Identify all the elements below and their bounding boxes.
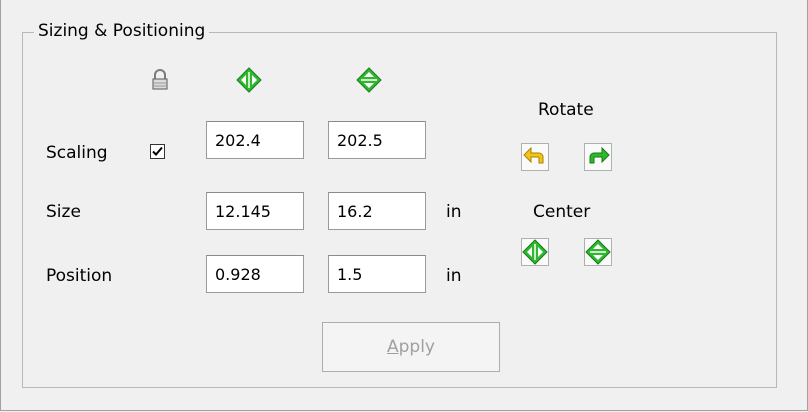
lock-aspect-checkbox[interactable]	[150, 144, 165, 159]
size-x-input[interactable]	[206, 192, 304, 230]
center-label: Center	[533, 202, 591, 222]
rotate-label: Rotate	[538, 100, 594, 120]
scaling-y-input[interactable]	[328, 121, 426, 159]
position-y-input[interactable]	[328, 255, 426, 293]
size-label: Size	[46, 202, 81, 222]
group-title: Sizing & Positioning	[34, 20, 210, 42]
position-label: Position	[46, 266, 113, 286]
flip-vertical-icon[interactable]	[356, 67, 382, 93]
center-horizontal-icon[interactable]	[521, 238, 549, 266]
scaling-x-input[interactable]	[206, 121, 304, 159]
rotate-right-icon[interactable]	[584, 143, 612, 171]
center-vertical-icon[interactable]	[584, 238, 612, 266]
apply-button[interactable]: Apply	[322, 322, 500, 372]
size-y-input[interactable]	[328, 192, 426, 230]
apply-mnemonic: A	[386, 337, 399, 357]
rotate-left-icon[interactable]	[521, 143, 549, 171]
lock-icon	[151, 69, 169, 91]
position-x-input[interactable]	[206, 255, 304, 293]
apply-label-rest: pply	[398, 337, 435, 357]
size-unit: in	[446, 202, 462, 222]
flip-horizontal-icon[interactable]	[236, 67, 262, 93]
scaling-label: Scaling	[46, 143, 108, 163]
position-unit: in	[446, 266, 462, 286]
